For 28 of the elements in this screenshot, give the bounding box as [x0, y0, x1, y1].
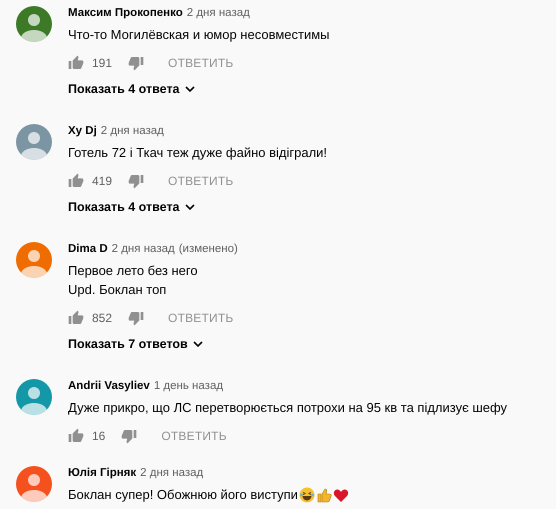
comment-text: Что-то Могилёвская и юмор несовместимы: [68, 26, 330, 44]
comment-text: Upd. Боклан топ: [68, 281, 166, 299]
comment-time[interactable]: 2 дня назад: [140, 467, 204, 479]
show-replies-button[interactable]: Показать 7 ответов: [68, 334, 238, 354]
reply-button[interactable]: ОТВЕТИТЬ: [160, 311, 234, 325]
author-name[interactable]: Dima D: [68, 243, 108, 255]
comment-text: Дуже прикро, що ЛС перетворюється потрохи на 95 кв та підлизує шефу: [68, 399, 508, 417]
comment-text: Первое лето без него: [68, 262, 198, 280]
reply-button[interactable]: ОТВЕТИТЬ: [160, 56, 234, 70]
edited-label: (изменено): [178, 243, 238, 255]
author-name[interactable]: Xy Dj: [68, 125, 97, 137]
reply-button[interactable]: ОТВЕТИТЬ: [153, 429, 227, 443]
comment-text: Боклан супер! Обожнюю його виступи: [68, 486, 298, 504]
comment-time[interactable]: 2 дня назад: [186, 7, 250, 19]
like-count: 419: [92, 174, 112, 188]
comment-time[interactable]: 2 дня назад: [100, 125, 164, 137]
author-name[interactable]: Юлія Гірняк: [68, 467, 136, 479]
author-name[interactable]: Максим Прокопенко: [68, 7, 183, 19]
like-count: 16: [92, 429, 106, 443]
like-count: 852: [92, 311, 112, 325]
author-name[interactable]: Andrii Vasyliev: [68, 380, 150, 392]
comment-text: Готель 72 і Ткач теж дуже файно відіграли!: [68, 144, 328, 162]
comment-time[interactable]: 2 дня назад: [112, 243, 175, 255]
show-replies-button[interactable]: Показать 4 ответа: [68, 197, 328, 217]
like-count: 191: [92, 56, 112, 70]
reply-button[interactable]: ОТВЕТИТЬ: [160, 174, 234, 188]
comment-time[interactable]: 1 день назад: [154, 380, 224, 392]
show-replies-button[interactable]: Показать 4 ответа: [68, 79, 330, 99]
